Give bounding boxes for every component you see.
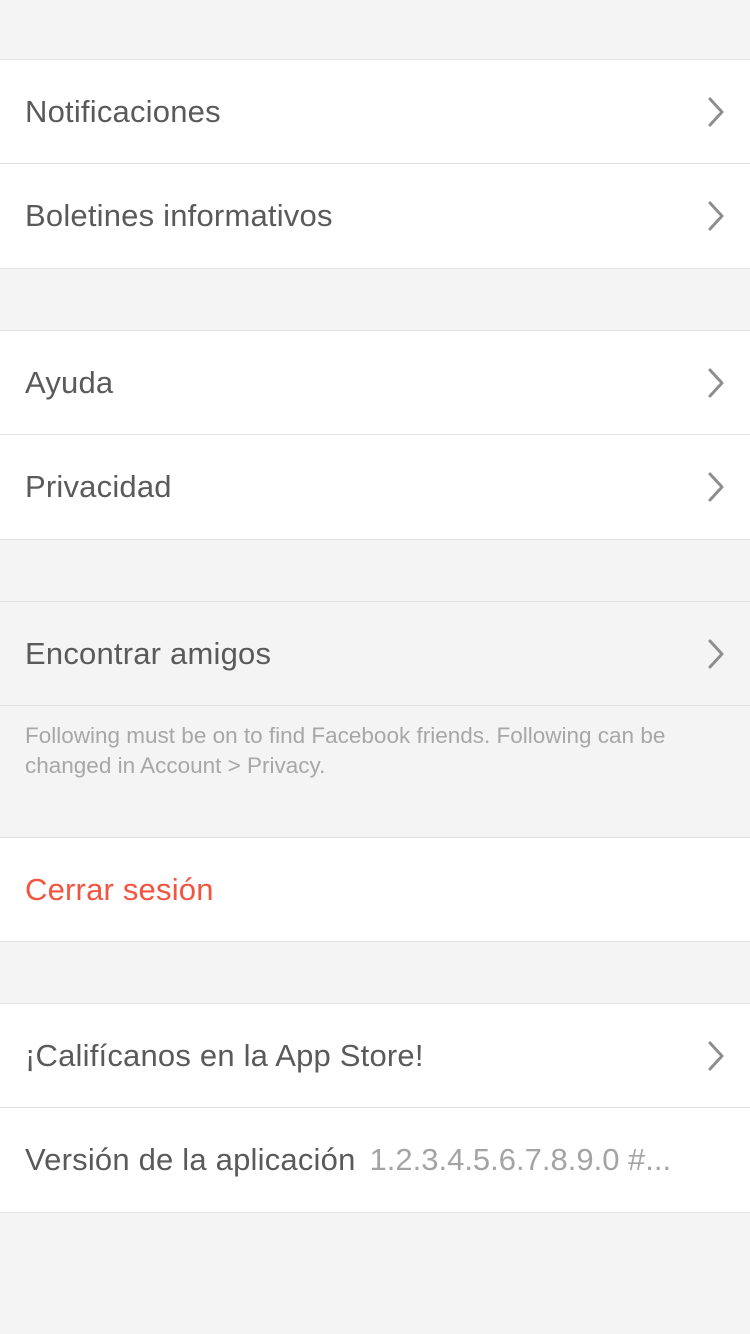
privacy-row[interactable]: Privacidad xyxy=(0,435,750,540)
help-label: Ayuda xyxy=(25,364,114,400)
section-spacer xyxy=(0,540,750,601)
app-version-label: Versión de la aplicación xyxy=(25,1142,356,1177)
chevron-right-icon xyxy=(708,368,724,397)
find-friends-label: Encontrar amigos xyxy=(25,635,272,671)
chevron-right-icon xyxy=(708,201,724,231)
section-spacer xyxy=(0,269,750,330)
settings-screen: Notificaciones Boletines informativos Ay… xyxy=(0,0,750,1213)
help-row[interactable]: Ayuda xyxy=(0,330,750,435)
app-version-row: Versión de la aplicación 1.2.3.4.5.6.7.8… xyxy=(0,1108,750,1213)
chevron-right-icon xyxy=(708,639,724,668)
rate-app-row[interactable]: ¡Califícanos en la App Store! xyxy=(0,1003,750,1108)
chevron-right-icon xyxy=(708,472,724,502)
chevron-right-icon xyxy=(708,97,724,126)
notifications-row[interactable]: Notificaciones xyxy=(0,59,750,164)
section-spacer xyxy=(0,0,750,59)
newsletters-label: Boletines informativos xyxy=(25,198,333,233)
notifications-label: Notificaciones xyxy=(25,93,221,129)
find-friends-note: Following must be on to find Facebook fr… xyxy=(0,706,750,837)
find-friends-row[interactable]: Encontrar amigos xyxy=(0,601,750,706)
newsletters-row[interactable]: Boletines informativos xyxy=(0,164,750,269)
logout-row[interactable]: Cerrar sesión xyxy=(0,837,750,942)
chevron-right-icon xyxy=(708,1041,724,1070)
section-spacer xyxy=(0,942,750,1003)
logout-label: Cerrar sesión xyxy=(25,871,214,907)
app-version-value: 1.2.3.4.5.6.7.8.9.0 #... xyxy=(369,1142,672,1177)
privacy-label: Privacidad xyxy=(25,469,172,504)
rate-app-label: ¡Califícanos en la App Store! xyxy=(25,1037,424,1073)
